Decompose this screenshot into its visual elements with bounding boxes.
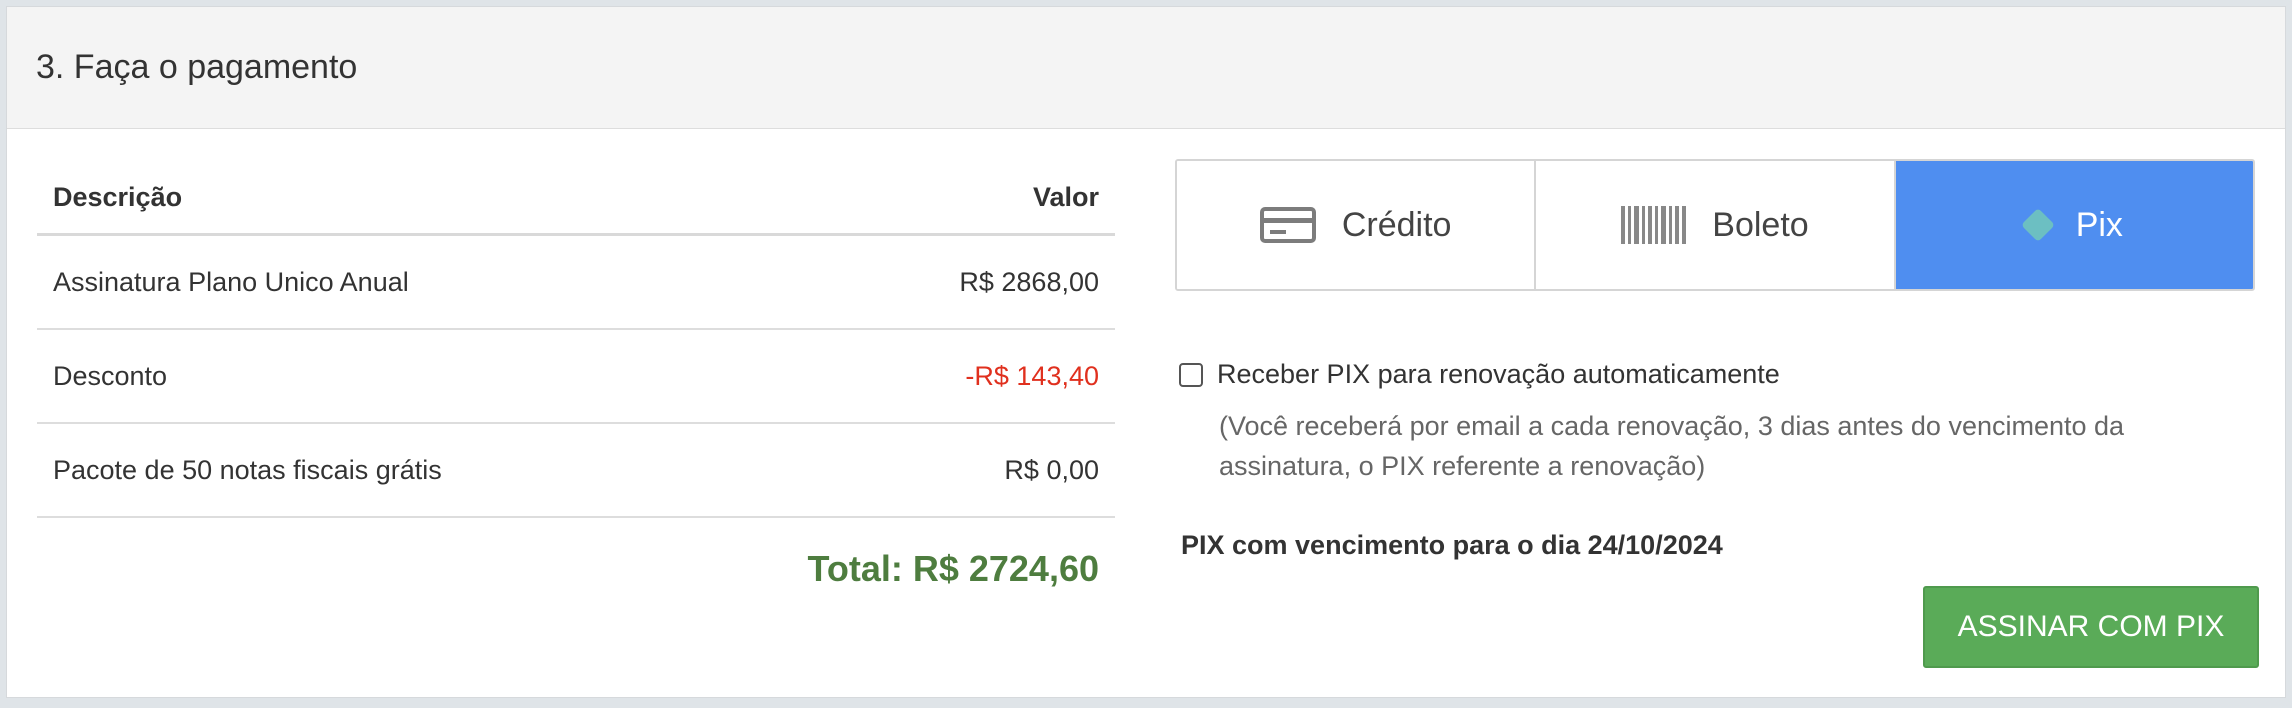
renewal-label[interactable]: Receber PIX para renovação automaticamen… [1217,359,1780,390]
column-description: Descrição [53,181,183,212]
subscribe-pix-button[interactable]: ASSINAR COM PIX [1923,586,2259,668]
pix-due-date: PIX com vencimento para o dia 24/10/2024 [1181,530,1723,560]
renewal-option: Receber PIX para renovação automaticamen… [1179,359,2279,486]
order-summary-table: Descrição Valor Assinatura Plano Unico A… [37,161,1115,590]
panel-header: 3. Faça o pagamento [7,7,2285,129]
method-boleto-button[interactable]: Boleto [1536,161,1896,289]
table-row: Pacote de 50 notas fiscais grátis R$ 0,0… [37,424,1115,518]
payment-method-selector: Crédito Boleto Pix [1175,159,2255,291]
method-pix-button[interactable]: Pix [1895,161,2253,289]
method-boleto-label: Boleto [1712,205,1809,244]
renewal-note: (Você receberá por email a cada renovaçã… [1219,411,2125,481]
row-value: R$ 2868,00 [959,266,1099,297]
renewal-checkbox-row: Receber PIX para renovação automaticamen… [1179,359,2279,390]
row-description: Assinatura Plano Unico Anual [53,266,409,297]
row-value: R$ 0,00 [1004,454,1099,485]
method-credit-label: Crédito [1341,205,1452,244]
pix-icon [2020,208,2055,242]
renewal-checkbox[interactable] [1179,362,1203,387]
table-header: Descrição Valor [37,161,1115,236]
row-value-discount: -R$ 143,40 [965,360,1099,391]
credit-card-icon [1259,207,1316,243]
method-credit-button[interactable]: Crédito [1177,161,1537,289]
payment-panel: 3. Faça o pagamento Descrição Valor Assi… [6,6,2286,698]
panel-title: 3. Faça o pagamento [36,48,358,86]
row-description: Pacote de 50 notas fiscais grátis [53,454,442,485]
barcode-icon [1621,206,1687,244]
row-description: Desconto [53,360,168,391]
total-amount: Total: R$ 2724,60 [807,548,1099,589]
table-row: Assinatura Plano Unico Anual R$ 2868,00 [37,236,1115,330]
method-pix-label: Pix [2075,205,2123,244]
table-row: Desconto -R$ 143,40 [37,330,1115,424]
column-value: Valor [1032,181,1099,212]
